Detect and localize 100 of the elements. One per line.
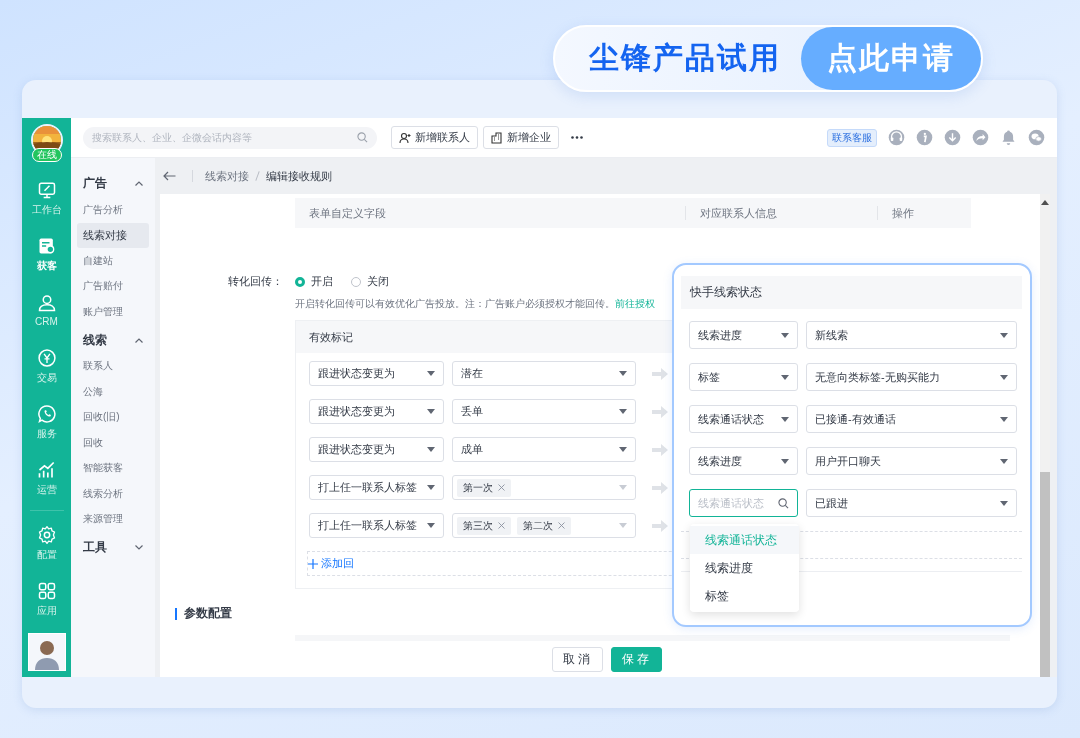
column-header: 对应联系人信息 bbox=[685, 206, 877, 220]
caret-icon bbox=[427, 409, 435, 414]
caret-icon bbox=[1000, 416, 1008, 422]
yen-icon bbox=[36, 347, 57, 368]
arrow-icon bbox=[652, 443, 668, 456]
panel-title: 快手线索状态 bbox=[681, 276, 1022, 309]
nav-item[interactable]: 来源管理 bbox=[77, 506, 149, 532]
dropdown[interactable]: 线索进度 bbox=[689, 321, 798, 349]
share-icon[interactable] bbox=[972, 129, 989, 146]
toolbar-button[interactable]: 新增企业 bbox=[483, 126, 559, 149]
nav-item[interactable]: 回收 bbox=[77, 430, 149, 456]
caret-icon bbox=[781, 332, 789, 338]
remove-icon[interactable] bbox=[498, 484, 505, 491]
dropdown[interactable]: 打上任一联系人标签 bbox=[309, 513, 444, 538]
more-icon[interactable] bbox=[571, 136, 583, 139]
dropdown[interactable]: 用户开口聊天 bbox=[806, 447, 1017, 475]
dropdown[interactable]: 已接通-有效通话 bbox=[806, 405, 1017, 433]
phone-chat-icon bbox=[36, 403, 57, 424]
toolbar-button[interactable]: 新增联系人 bbox=[391, 126, 478, 149]
dropdown[interactable]: 跟进状态变更为 bbox=[309, 437, 444, 462]
scroll-up-icon[interactable] bbox=[1041, 200, 1049, 205]
grid-icon bbox=[36, 580, 57, 601]
search-field[interactable]: 搜索联系人、企业、企微会话内容等 bbox=[83, 126, 377, 149]
plus-icon bbox=[308, 558, 318, 569]
back-arrow-icon[interactable] bbox=[163, 171, 176, 181]
add-person-icon bbox=[399, 131, 411, 144]
caret-icon bbox=[1000, 332, 1008, 338]
arrow-icon bbox=[652, 367, 668, 380]
add-building-icon bbox=[491, 131, 503, 144]
caret-icon bbox=[619, 523, 627, 528]
tag[interactable]: 第一次 bbox=[457, 478, 511, 497]
nav-item[interactable]: 智能获客 bbox=[77, 455, 149, 481]
dropdown[interactable]: 无意向类标签-无购买能力 bbox=[806, 363, 1017, 391]
caret-icon bbox=[781, 374, 789, 380]
nav-group[interactable]: 广告 bbox=[77, 170, 149, 197]
menu-option[interactable]: 标签 bbox=[690, 582, 799, 610]
dropdown[interactable]: 标签 bbox=[689, 363, 798, 391]
menu-option[interactable]: 线索进度 bbox=[690, 554, 799, 582]
settings-icon bbox=[36, 524, 57, 545]
tag-select[interactable]: 第三次 第二次 bbox=[452, 513, 636, 538]
dropdown[interactable]: 成单 bbox=[452, 437, 636, 462]
nav-item[interactable]: 联系人 bbox=[77, 353, 149, 379]
remove-icon[interactable] bbox=[498, 522, 505, 529]
search-icon bbox=[357, 132, 368, 143]
field-label: 转化回传： bbox=[227, 274, 284, 289]
caret-icon bbox=[619, 447, 627, 452]
nav-item[interactable]: 线索分析 bbox=[77, 481, 149, 507]
search-field[interactable]: 线索通话状态 bbox=[689, 489, 798, 517]
caret-icon bbox=[427, 523, 435, 528]
chart-icon bbox=[36, 459, 57, 480]
chevron-icon bbox=[135, 337, 143, 343]
nav-item[interactable]: 线索对接 bbox=[77, 222, 149, 248]
bell-icon[interactable] bbox=[1000, 129, 1017, 146]
dropdown[interactable]: 打上任一联系人标签 bbox=[309, 475, 444, 500]
dropdown[interactable]: 线索通话状态 bbox=[689, 405, 798, 433]
tag[interactable]: 第三次 bbox=[457, 516, 511, 535]
nav-item[interactable]: 广告赔付 bbox=[77, 273, 149, 299]
dropdown[interactable]: 潜在 bbox=[452, 361, 636, 386]
dropdown[interactable]: 新线索 bbox=[806, 321, 1017, 349]
nav-group[interactable]: 线索 bbox=[77, 326, 149, 354]
headset-icon[interactable] bbox=[888, 129, 905, 146]
nav-group[interactable]: 工具 bbox=[77, 534, 149, 561]
arrow-icon bbox=[652, 519, 668, 532]
caret-icon bbox=[619, 409, 627, 414]
breadcrumb-current: 编辑接收规则 bbox=[266, 168, 332, 184]
download-icon[interactable] bbox=[944, 129, 961, 146]
dropdown[interactable]: 已跟进 bbox=[806, 489, 1017, 517]
nav-item[interactable]: 公海 bbox=[77, 379, 149, 405]
caret-icon bbox=[781, 458, 789, 464]
tag-select[interactable]: 第一次 bbox=[452, 475, 636, 500]
arrow-icon bbox=[652, 405, 668, 418]
dropdown[interactable]: 跟进状态变更为 bbox=[309, 361, 444, 386]
radio-option[interactable]: 开启 bbox=[295, 274, 333, 289]
breadcrumb-link[interactable]: 线索对接 bbox=[205, 168, 249, 184]
dropdown[interactable]: 线索进度 bbox=[689, 447, 798, 475]
column-header: 表单自定义字段 bbox=[308, 206, 387, 220]
nav-item[interactable]: 自建站 bbox=[77, 248, 149, 274]
caret-icon bbox=[427, 371, 435, 376]
arrow-icon bbox=[652, 481, 668, 494]
chevron-icon bbox=[135, 181, 143, 186]
wechat-icon[interactable] bbox=[1028, 129, 1045, 146]
radio-option[interactable]: 关闭 bbox=[351, 274, 389, 289]
status-badge: 在线 bbox=[31, 148, 62, 162]
avatar-icon[interactable] bbox=[27, 633, 66, 671]
caret-icon bbox=[619, 371, 627, 376]
tag[interactable]: 第二次 bbox=[517, 516, 571, 535]
chevron-icon bbox=[135, 545, 143, 550]
dropdown[interactable]: 丢单 bbox=[452, 399, 636, 424]
support-badge[interactable]: 联系客服 bbox=[827, 128, 877, 147]
search-icon bbox=[778, 497, 789, 509]
remove-icon[interactable] bbox=[558, 522, 565, 529]
caret-icon bbox=[1000, 458, 1008, 464]
column-header: 操作 bbox=[877, 206, 914, 220]
dropdown[interactable]: 跟进状态变更为 bbox=[309, 399, 444, 424]
info-icon[interactable] bbox=[916, 129, 933, 146]
nav-item[interactable]: 回收(旧) bbox=[77, 404, 149, 430]
cancel-button[interactable]: 取消 bbox=[552, 647, 603, 672]
nav-item[interactable]: 账户管理 bbox=[77, 299, 149, 325]
caret-icon bbox=[1000, 500, 1008, 506]
nav-item[interactable]: 广告分析 bbox=[77, 197, 149, 223]
